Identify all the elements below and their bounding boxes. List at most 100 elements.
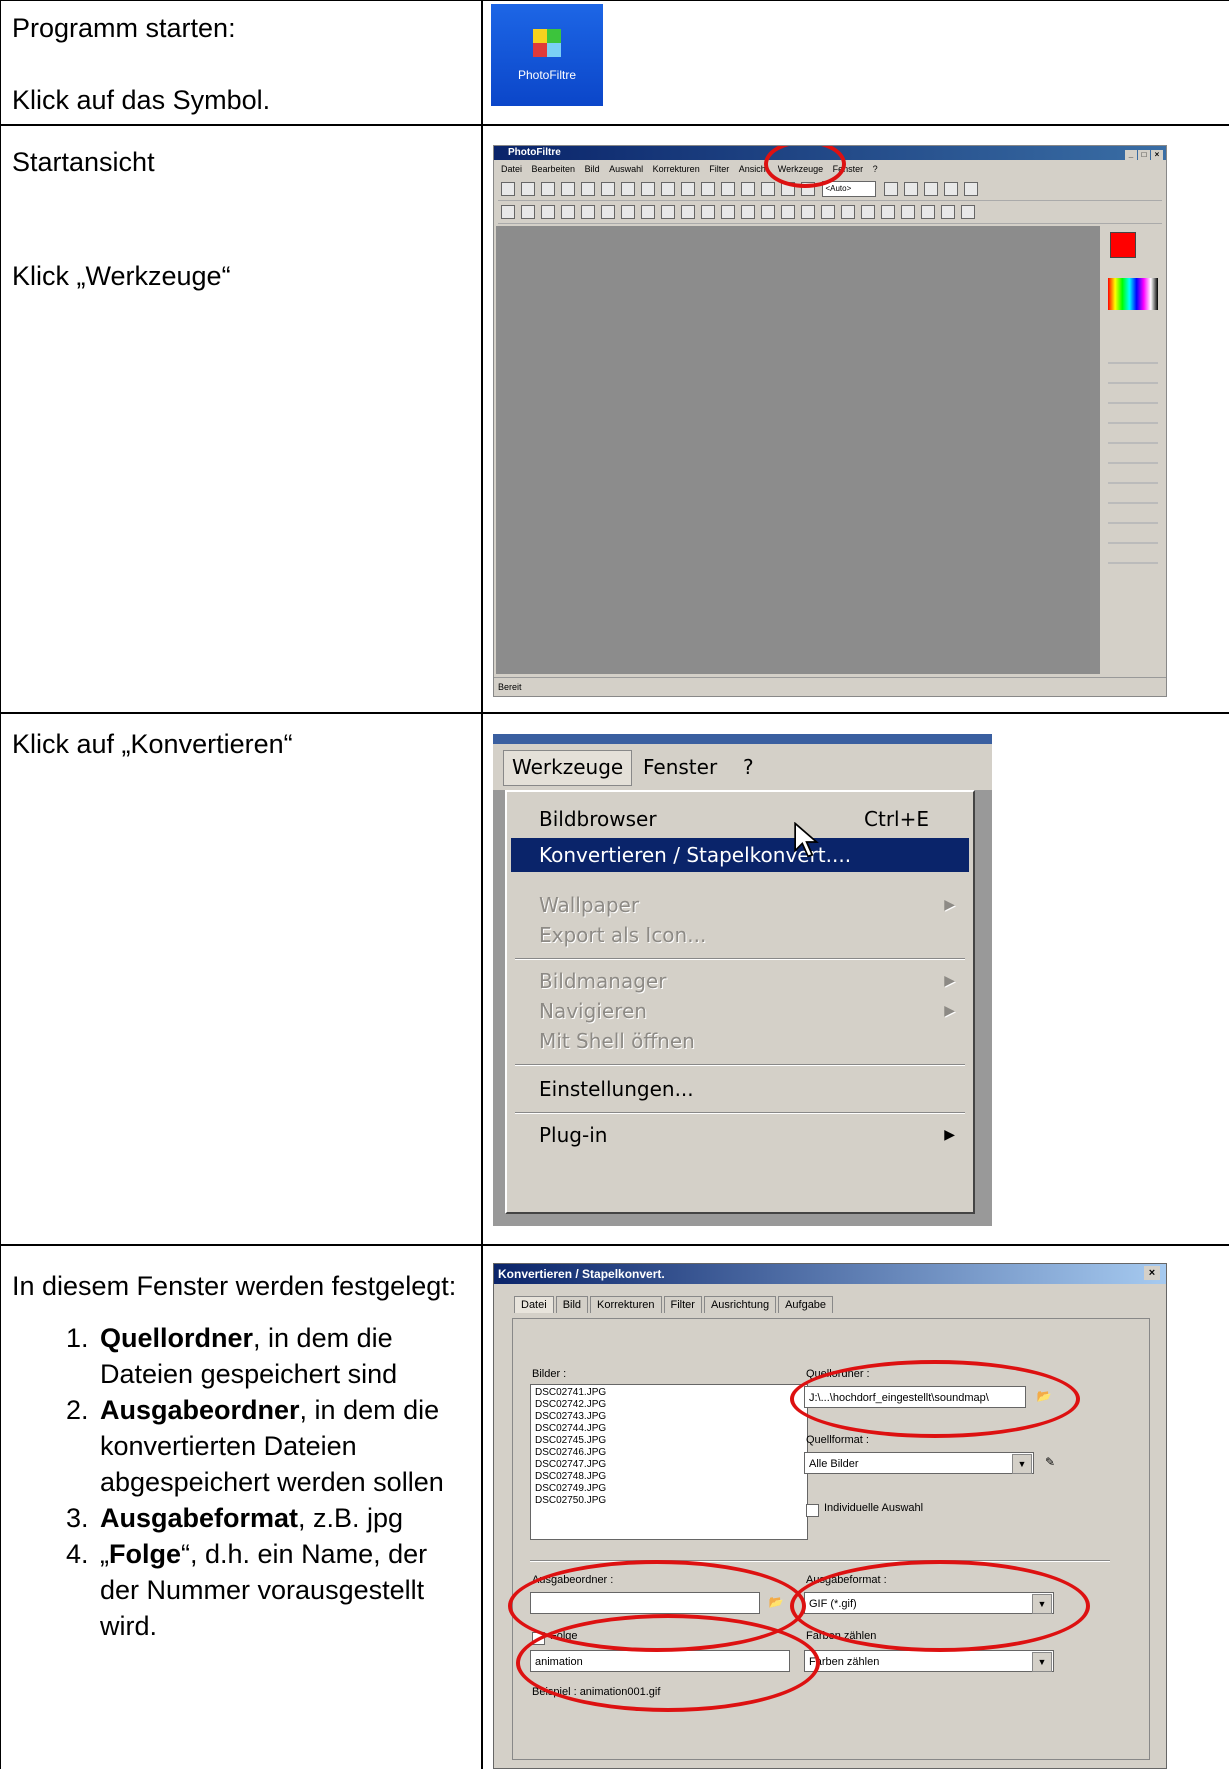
menu-item-export-icon[interactable]: Export als Icon... [511,918,969,952]
tool-icon[interactable] [661,205,675,219]
menu-fenster[interactable]: Fenster [643,744,717,790]
tool-icon[interactable] [741,205,755,219]
tool-icon[interactable] [721,205,735,219]
tool-icon[interactable] [601,205,615,219]
quellformat-label: Quellformat : [806,1434,869,1446]
tool-icon[interactable] [681,182,695,196]
tool-buttons[interactable] [1108,344,1158,574]
tool-icon[interactable] [923,182,938,196]
menu-werkzeuge[interactable]: Werkzeuge [503,750,633,786]
print-icon[interactable] [561,182,575,196]
menu-help[interactable]: ? [873,164,878,174]
list-item[interactable]: DSC02745.JPG [535,1435,803,1447]
tool-icon[interactable] [621,205,635,219]
tool-icon[interactable] [541,205,555,219]
quellformat-select[interactable]: Alle Bilder ▼ [804,1452,1034,1474]
foreground-color-swatch[interactable] [1110,232,1136,258]
tool-icon[interactable] [561,205,575,219]
tool-icon[interactable] [661,182,675,196]
farben-select[interactable]: Farben zählen ▼ [804,1650,1054,1672]
menu-item-shell[interactable]: Mit Shell öffnen [511,1024,969,1058]
list-item[interactable]: DSC02741.JPG [535,1387,803,1399]
redo-icon[interactable] [621,182,635,196]
menu-bearbeiten[interactable]: Bearbeiten [532,164,576,174]
menubar: Werkzeuge Fenster ? [493,744,992,790]
edit-icon[interactable]: ✎ [1040,1452,1060,1472]
tool-icon[interactable] [641,182,655,196]
tool-icon[interactable] [901,205,915,219]
menu-filter[interactable]: Filter [709,164,729,174]
menu-item-wallpaper[interactable]: Wallpaper ▶ [511,888,969,922]
list-item[interactable]: DSC02747.JPG [535,1459,803,1471]
tool-icon[interactable] [943,182,958,196]
tool-icon[interactable] [821,205,835,219]
tab-aufgabe[interactable]: Aufgabe [778,1296,834,1313]
tool-icon[interactable] [701,205,715,219]
work-area[interactable] [496,226,1100,674]
menu-item-konvertieren[interactable]: Konvertieren / Stapelkonvert.... [511,838,969,872]
tab-datei[interactable]: Datei [514,1296,554,1313]
list-item[interactable]: DSC02744.JPG [535,1423,803,1435]
tool-icon[interactable] [741,182,755,196]
tool-icon[interactable] [501,205,515,219]
photofiltre-icon[interactable]: PhotoFiltre [491,4,603,106]
individuelle-checkbox[interactable] [806,1504,819,1517]
tool-icon[interactable] [841,205,855,219]
menu-datei[interactable]: Datei [501,164,522,174]
submenu-arrow-icon: ▶ [944,1127,955,1143]
list-item[interactable]: DSC02750.JPG [535,1495,803,1507]
color-grid[interactable] [1108,278,1158,310]
tool-icon[interactable] [761,205,775,219]
menu-item-bildbrowser[interactable]: Bildbrowser Ctrl+E [511,802,969,836]
new-icon[interactable] [501,182,515,196]
chevron-down-icon: ▼ [1012,1454,1032,1474]
save-icon[interactable] [541,182,555,196]
tool-icon[interactable] [521,205,535,219]
menu-item-einstellungen[interactable]: Einstellungen... [511,1072,969,1106]
menu-auswahl[interactable]: Auswahl [609,164,643,174]
tool-icon[interactable] [681,205,695,219]
close-button[interactable]: × [1151,150,1163,160]
tool-icon[interactable] [701,182,715,196]
menu-item-label: Mit Shell öffnen [539,1029,695,1053]
tool-icon[interactable] [941,205,955,219]
instructions-intro: In diesem Fenster werden festgelegt: [12,1271,457,1301]
tab-korrekturen[interactable]: Korrekturen [590,1296,662,1313]
list-item[interactable]: DSC02742.JPG [535,1399,803,1411]
tool-icon[interactable] [963,182,978,196]
menu-help[interactable]: ? [743,744,754,790]
individuelle-label: Individuelle Auswahl [824,1502,924,1514]
menu-item-navigieren[interactable]: Navigieren ▶ [511,994,969,1028]
menu-item-bildmanager[interactable]: Bildmanager ▶ [511,964,969,998]
tool-icon[interactable] [881,205,895,219]
scan-icon[interactable] [581,182,595,196]
tab-filter[interactable]: Filter [663,1296,702,1313]
maximize-button[interactable]: □ [1138,150,1150,160]
menu-bild[interactable]: Bild [585,164,600,174]
tab-ausrichtung[interactable]: Ausrichtung [703,1296,777,1313]
tool-icon[interactable] [641,205,655,219]
tool-icon[interactable] [861,205,875,219]
tool-icon[interactable] [921,205,935,219]
tool-icon[interactable] [721,182,735,196]
tool-icon[interactable] [961,205,975,219]
list-item[interactable]: DSC02749.JPG [535,1483,803,1495]
list-item[interactable]: DSC02746.JPG [535,1447,803,1459]
menu-item-plugin[interactable]: Plug-in ▶ [511,1118,969,1152]
file-list[interactable]: DSC02741.JPG DSC02742.JPG DSC02743.JPG D… [530,1384,808,1540]
tool-icon[interactable] [761,182,775,196]
tool-icon[interactable] [581,205,595,219]
open-icon[interactable] [521,182,535,196]
list-item[interactable]: DSC02743.JPG [535,1411,803,1423]
tool-icon[interactable] [801,205,815,219]
list-item[interactable]: DSC02748.JPG [535,1471,803,1483]
zoom-in-icon[interactable] [883,182,898,196]
tab-bild[interactable]: Bild [555,1296,589,1313]
undo-icon[interactable] [601,182,615,196]
menu-korrekturen[interactable]: Korrekturen [653,164,700,174]
tool-icon[interactable] [781,205,795,219]
minimize-button[interactable]: _ [1125,150,1137,160]
zoom-out-icon[interactable] [903,182,918,196]
zoom-select[interactable]: <Auto> [822,181,877,197]
close-button[interactable]: × [1144,1266,1160,1280]
